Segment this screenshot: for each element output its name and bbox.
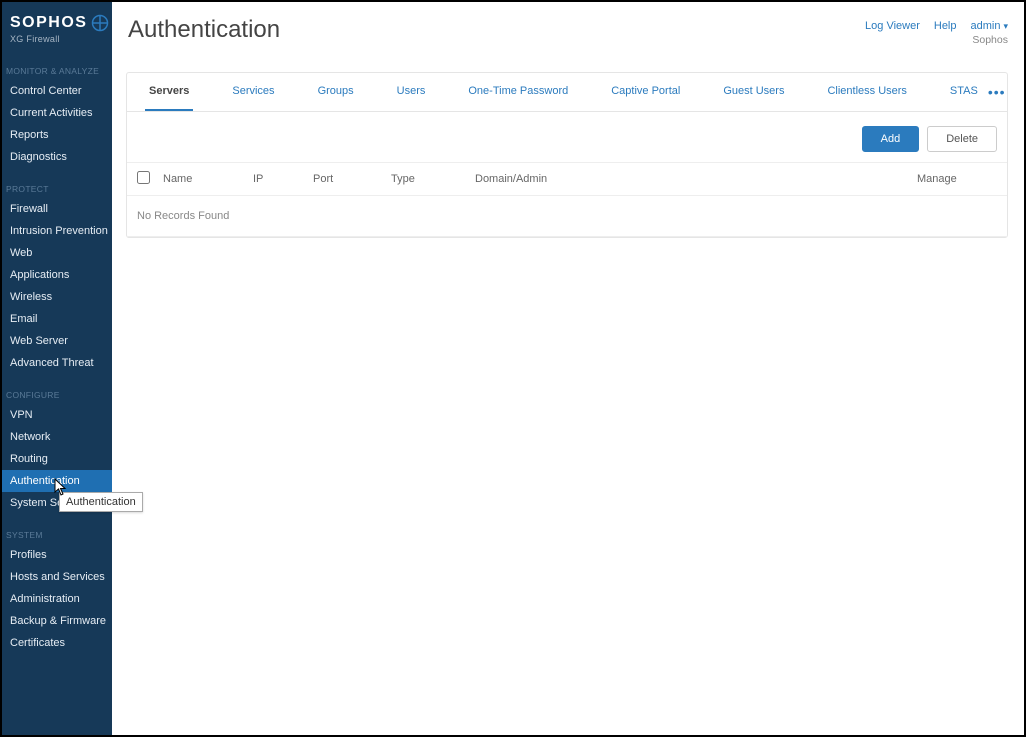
main-content: Authentication Log Viewer Help admin Sop… <box>112 2 1024 735</box>
tab-services[interactable]: Services <box>228 73 278 111</box>
top-links: Log Viewer Help admin <box>865 20 1008 32</box>
sidebar-item-profiles[interactable]: Profiles <box>2 544 112 566</box>
tab-clientless-users[interactable]: Clientless Users <box>823 73 910 111</box>
tab-guest-users[interactable]: Guest Users <box>719 73 788 111</box>
delete-button[interactable]: Delete <box>927 126 997 152</box>
sidebar-item-certificates[interactable]: Certificates <box>2 632 112 654</box>
column-domain: Domain/Admin <box>475 173 917 185</box>
nav-section-protect: PROTECT Firewall Intrusion Prevention We… <box>2 178 112 374</box>
sidebar-item-applications[interactable]: Applications <box>2 264 112 286</box>
sidebar-item-web[interactable]: Web <box>2 242 112 264</box>
sidebar-item-email[interactable]: Email <box>2 308 112 330</box>
table-empty-message: No Records Found <box>127 196 1007 237</box>
tab-groups[interactable]: Groups <box>314 73 358 111</box>
column-port: Port <box>313 173 391 185</box>
tab-captive-portal[interactable]: Captive Portal <box>607 73 684 111</box>
add-button[interactable]: Add <box>862 126 920 152</box>
sidebar-item-control-center[interactable]: Control Center <box>2 80 112 102</box>
nav-section-system: SYSTEM Profiles Hosts and Services Admin… <box>2 524 112 654</box>
tab-stas[interactable]: STAS <box>946 73 982 111</box>
product-subtitle: XG Firewall <box>10 34 104 44</box>
help-link[interactable]: Help <box>934 20 957 32</box>
column-manage: Manage <box>917 173 997 185</box>
company-label: Sophos <box>865 34 1008 46</box>
sidebar-item-diagnostics[interactable]: Diagnostics <box>2 146 112 168</box>
table-header: Name IP Port Type Domain/Admin Manage <box>127 162 1007 196</box>
sidebar-item-authentication[interactable]: Authentication <box>2 470 112 492</box>
sidebar-item-vpn[interactable]: VPN <box>2 404 112 426</box>
column-ip: IP <box>253 173 313 185</box>
nav-section-title: PROTECT <box>2 178 112 198</box>
sidebar-item-network[interactable]: Network <box>2 426 112 448</box>
nav-section-title: CONFIGURE <box>2 384 112 404</box>
tooltip-authentication: Authentication <box>59 492 143 512</box>
nav-section-title: SYSTEM <box>2 524 112 544</box>
content-card: Servers Services Groups Users One-Time P… <box>126 72 1008 238</box>
actions-row: Add Delete <box>127 112 1007 162</box>
sidebar-item-intrusion-prevention[interactable]: Intrusion Prevention <box>2 220 112 242</box>
select-all-checkbox[interactable] <box>137 171 159 187</box>
sidebar: SOPHOS XG Firewall MONITOR & ANALYZE Con… <box>2 2 112 735</box>
tab-servers[interactable]: Servers <box>145 73 193 111</box>
tab-more-icon[interactable]: ••• <box>982 84 1012 100</box>
sidebar-item-administration[interactable]: Administration <box>2 588 112 610</box>
sidebar-item-hosts-and-services[interactable]: Hosts and Services <box>2 566 112 588</box>
tab-otp[interactable]: One-Time Password <box>464 73 572 111</box>
sidebar-header: SOPHOS XG Firewall <box>2 2 112 50</box>
topbar: Authentication Log Viewer Help admin Sop… <box>112 2 1024 46</box>
brand-icon <box>91 14 109 32</box>
sidebar-item-current-activities[interactable]: Current Activities <box>2 102 112 124</box>
nav-section-monitor: MONITOR & ANALYZE Control Center Current… <box>2 60 112 168</box>
tab-users[interactable]: Users <box>393 73 430 111</box>
sidebar-item-web-server[interactable]: Web Server <box>2 330 112 352</box>
sidebar-item-backup-firmware[interactable]: Backup & Firmware <box>2 610 112 632</box>
sidebar-item-reports[interactable]: Reports <box>2 124 112 146</box>
column-name: Name <box>163 173 253 185</box>
nav-section-title: MONITOR & ANALYZE <box>2 60 112 80</box>
brand-name: SOPHOS <box>10 14 87 32</box>
sidebar-item-routing[interactable]: Routing <box>2 448 112 470</box>
user-menu[interactable]: admin <box>971 20 1009 32</box>
column-type: Type <box>391 173 475 185</box>
sidebar-item-advanced-threat[interactable]: Advanced Threat <box>2 352 112 374</box>
log-viewer-link[interactable]: Log Viewer <box>865 20 920 32</box>
tabs-bar: Servers Services Groups Users One-Time P… <box>127 73 1007 112</box>
sidebar-item-wireless[interactable]: Wireless <box>2 286 112 308</box>
page-title: Authentication <box>128 16 280 44</box>
sidebar-item-firewall[interactable]: Firewall <box>2 198 112 220</box>
